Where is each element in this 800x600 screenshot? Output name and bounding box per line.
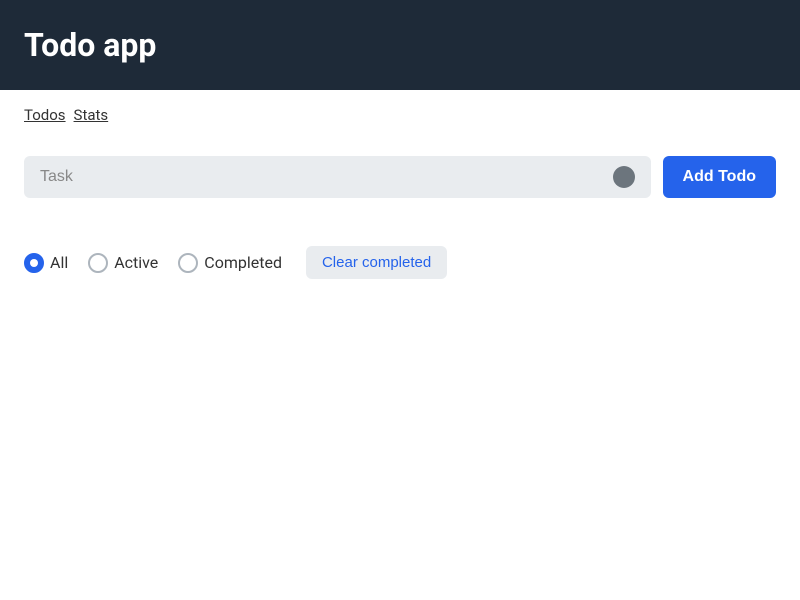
app-header: Todo app [0, 0, 800, 90]
filter-all[interactable]: All [24, 253, 68, 273]
task-input-wrapper [24, 156, 651, 198]
filter-completed[interactable]: Completed [178, 253, 282, 273]
task-input[interactable] [24, 156, 651, 198]
add-todo-button[interactable]: Add Todo [663, 156, 776, 198]
main-nav: Todos Stats [0, 90, 800, 140]
filter-active[interactable]: Active [88, 253, 158, 273]
clear-completed-button[interactable]: Clear completed [306, 246, 447, 279]
nav-stats[interactable]: Stats [74, 106, 109, 124]
filter-area: All Active Completed Clear completed [0, 222, 800, 303]
filter-completed-label: Completed [204, 253, 282, 272]
filter-active-label: Active [114, 253, 158, 272]
loading-spinner [613, 166, 635, 188]
task-input-area: Add Todo [0, 140, 800, 214]
nav-todos[interactable]: Todos [24, 106, 66, 124]
filter-all-radio[interactable] [24, 253, 44, 273]
filter-all-label: All [50, 253, 68, 272]
filter-active-radio[interactable] [88, 253, 108, 273]
app-title: Todo app [24, 26, 156, 64]
filter-completed-radio[interactable] [178, 253, 198, 273]
